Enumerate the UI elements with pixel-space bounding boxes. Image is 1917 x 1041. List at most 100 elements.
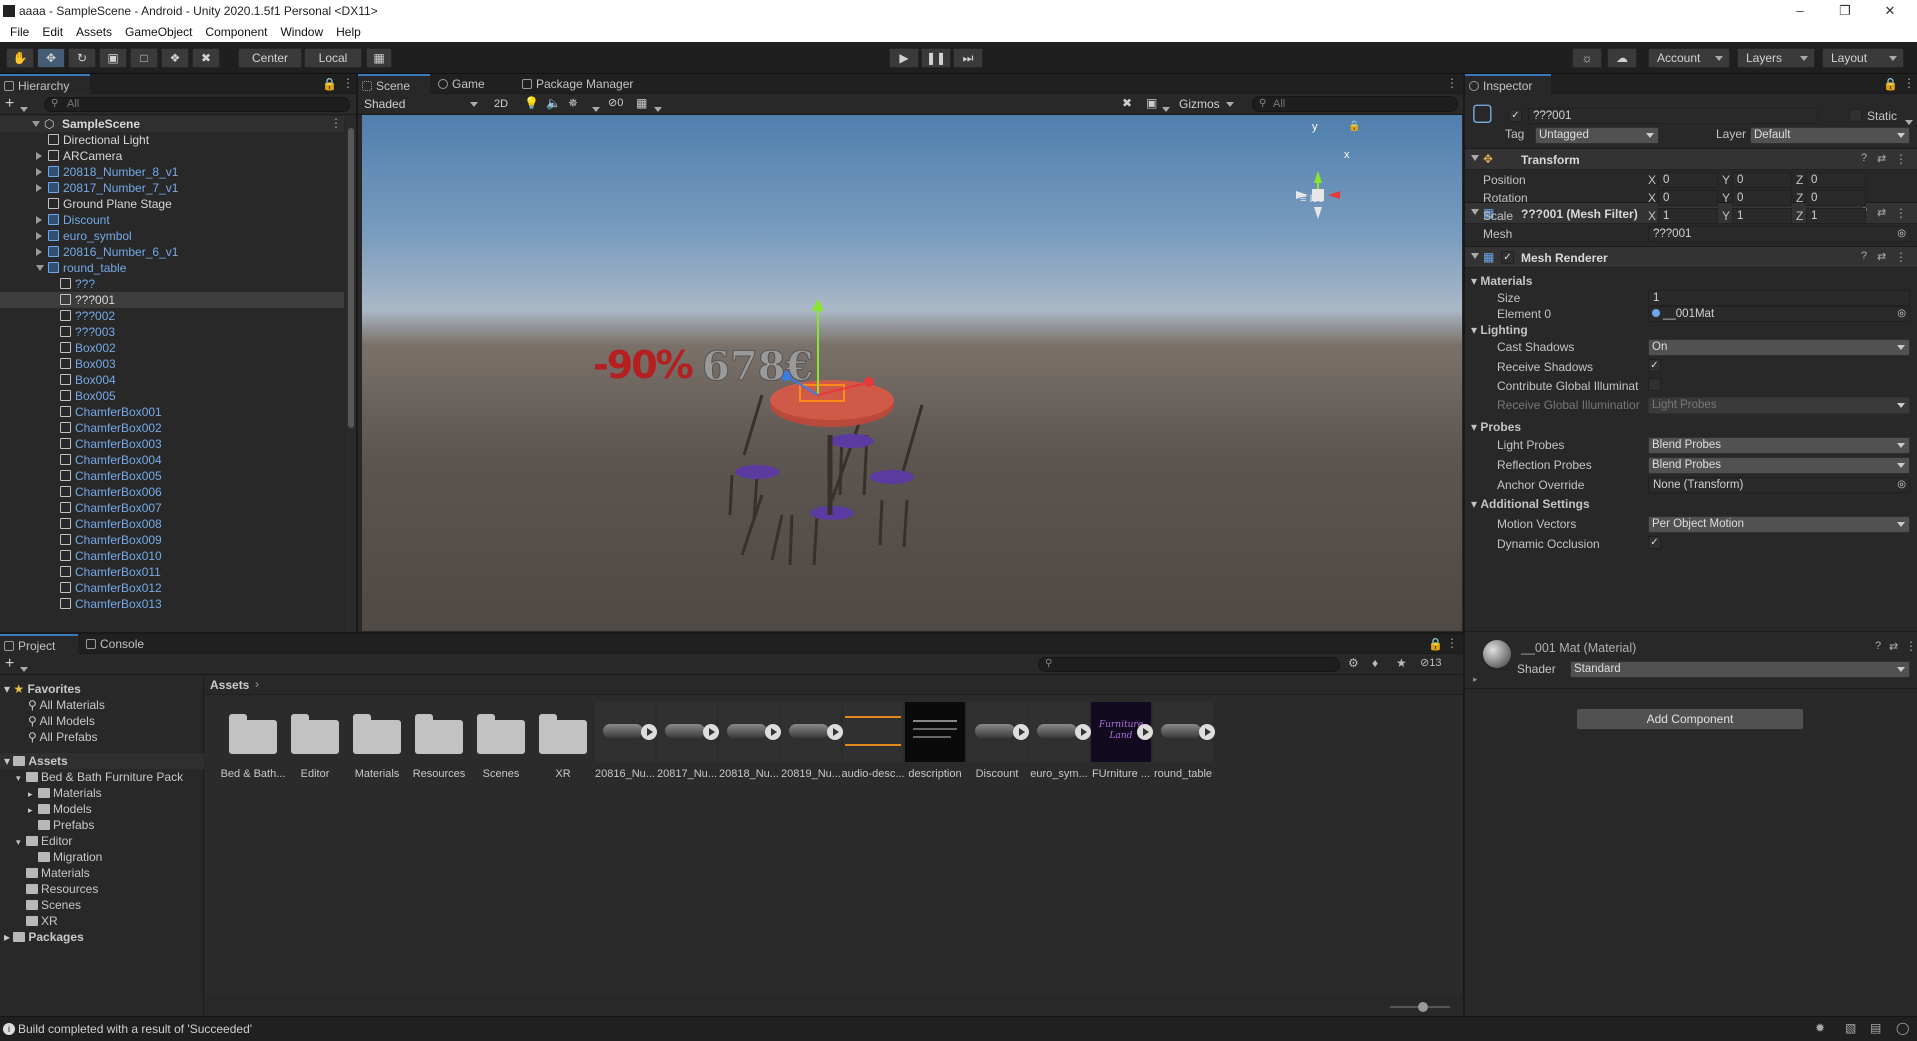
expand-arrow-icon[interactable]: [36, 152, 42, 160]
hierarchy-item[interactable]: Box003: [0, 356, 344, 372]
move-tool-icon[interactable]: ✥: [37, 48, 65, 68]
cast-shadows-dropdown[interactable]: On: [1648, 339, 1910, 356]
anchor-picker-icon[interactable]: ◎: [1897, 478, 1906, 492]
transform-y-field[interactable]: 0: [1732, 190, 1792, 206]
expand-arrow-icon[interactable]: [36, 168, 42, 176]
help-icon[interactable]: ?: [1861, 250, 1867, 262]
object-name-field[interactable]: ???001: [1528, 108, 1818, 124]
material-preset-icon[interactable]: ⇄: [1889, 640, 1898, 653]
dynamic-occlusion-checkbox[interactable]: ✓: [1648, 536, 1661, 549]
camera-dropdown-icon[interactable]: [1162, 101, 1170, 115]
hierarchy-item[interactable]: Ground Plane Stage: [0, 196, 344, 212]
hierarchy-item[interactable]: ???003: [0, 324, 344, 340]
hierarchy-item[interactable]: ChamferBox012: [0, 580, 344, 596]
object-picker-icon[interactable]: ◎: [1897, 227, 1906, 241]
hierarchy-item[interactable]: ChamferBox014: [0, 612, 344, 614]
cache-icon[interactable]: ▧: [1845, 1021, 1856, 1035]
scene-search-input[interactable]: ⚲ All: [1252, 96, 1458, 112]
project-tree-item[interactable]: XR: [16, 913, 216, 929]
static-checkbox[interactable]: [1849, 109, 1862, 122]
menu-assets[interactable]: Assets: [73, 25, 115, 39]
layers-dropdown[interactable]: Layers: [1737, 48, 1815, 68]
mesh-renderer-header[interactable]: ▦ ✓ Mesh Renderer ? ⇄ ⋮: [1465, 246, 1917, 268]
effects-dropdown-icon[interactable]: [592, 101, 600, 115]
favorites-row[interactable]: ▾ ★ Favorites: [4, 681, 204, 697]
static-dropdown-icon[interactable]: [1905, 114, 1913, 128]
asset-item[interactable]: round_table: [1147, 702, 1219, 784]
menu-window[interactable]: Window: [277, 25, 326, 39]
auto-generate-icon[interactable]: ◯: [1896, 1021, 1909, 1035]
hierarchy-item[interactable]: ChamferBox009: [0, 532, 344, 548]
hierarchy-item[interactable]: 20817_Number_7_v1: [0, 180, 344, 196]
shading-mode-dropdown[interactable]: Shaded: [360, 96, 482, 112]
hierarchy-item[interactable]: 20816_Number_6_v1: [0, 244, 344, 260]
minimize-button[interactable]: –: [1780, 0, 1820, 22]
tab-inspector[interactable]: Inspector: [1465, 74, 1551, 94]
project-tree-item[interactable]: Resources: [16, 881, 216, 897]
transform-tool-icon[interactable]: ❖: [161, 48, 189, 68]
project-tree-item[interactable]: Materials: [16, 865, 216, 881]
panel-menu-icon[interactable]: ⋮: [342, 76, 354, 90]
hierarchy-item[interactable]: Discount: [0, 212, 344, 228]
bug-icon[interactable]: ✹: [1815, 1021, 1825, 1035]
breadcrumb-assets[interactable]: Assets: [210, 678, 249, 692]
search-by-type-icon[interactable]: ⚙: [1348, 656, 1359, 670]
size-field[interactable]: 1: [1648, 290, 1910, 306]
preset-icon[interactable]: ⇄: [1877, 250, 1886, 263]
status-message[interactable]: Build completed with a result of 'Succee…: [18, 1022, 252, 1036]
tools-toggle-icon[interactable]: ✖: [1122, 96, 1132, 110]
hierarchy-item[interactable]: ChamferBox001: [0, 404, 344, 420]
project-create-dropdown-icon[interactable]: [20, 661, 28, 675]
lock-icon[interactable]: 🔒: [322, 77, 337, 91]
tab-package-manager[interactable]: Package Manager: [518, 74, 658, 94]
layout-dropdown[interactable]: Layout: [1822, 48, 1904, 68]
menu-file[interactable]: File: [7, 25, 32, 39]
effects-toggle-icon[interactable]: ✵: [568, 96, 578, 110]
tab-game[interactable]: Game: [434, 74, 500, 94]
prefab-expand-icon[interactable]: [1199, 724, 1215, 740]
audio-toggle-icon[interactable]: 🔈: [546, 96, 561, 110]
move-gizmo-x-handle[interactable]: [864, 377, 874, 387]
search-by-label-icon[interactable]: ♦: [1372, 656, 1378, 670]
gizmos-dropdown[interactable]: Gizmos: [1176, 96, 1236, 112]
element-0-field[interactable]: __001Mat ◎: [1648, 306, 1910, 322]
contribute-gi-checkbox[interactable]: [1648, 378, 1661, 391]
price-3d-text[interactable]: 678€: [701, 343, 813, 391]
tag-dropdown[interactable]: Untagged: [1535, 127, 1659, 144]
play-button[interactable]: ▶: [889, 48, 919, 68]
project-tree-item[interactable]: ▾ Bed & Bath Furniture Pack: [16, 769, 216, 785]
shader-dropdown[interactable]: Standard: [1570, 661, 1910, 678]
hand-tool-icon[interactable]: ✋: [6, 48, 34, 68]
active-checkbox[interactable]: ✓: [1509, 109, 1522, 122]
assets-root-row[interactable]: ▾ Assets: [0, 753, 204, 769]
hierarchy-item[interactable]: ChamferBox005: [0, 468, 344, 484]
component-menu-icon[interactable]: ⋮: [1895, 206, 1907, 220]
additional-settings-foldout[interactable]: ▾ Additional Settings: [1471, 497, 1590, 511]
project-tree-item[interactable]: ▸ Materials: [28, 785, 228, 801]
menu-gameobject[interactable]: GameObject: [122, 25, 195, 39]
hierarchy-item[interactable]: ChamferBox003: [0, 436, 344, 452]
project-tree-item[interactable]: ▸ Models: [28, 801, 228, 817]
help-icon[interactable]: ?: [1861, 152, 1867, 164]
expand-arrow-icon[interactable]: ▸: [28, 802, 38, 818]
project-tree-item[interactable]: Prefabs: [28, 817, 228, 833]
expand-arrow-icon[interactable]: [36, 248, 42, 256]
hierarchy-item[interactable]: ChamferBox007: [0, 500, 344, 516]
hierarchy-item[interactable]: round_table: [0, 260, 344, 276]
transform-z-field[interactable]: 0: [1806, 190, 1866, 206]
material-help-icon[interactable]: ?: [1875, 640, 1881, 652]
fav-all-models[interactable]: ⚲ All Models: [28, 713, 228, 729]
transform-x-field[interactable]: 0: [1658, 172, 1718, 188]
scrollbar-thumb[interactable]: [348, 128, 354, 428]
hierarchy-item[interactable]: Directional Light: [0, 132, 344, 148]
scene-expand-icon[interactable]: [32, 121, 40, 127]
expand-arrow-icon[interactable]: [36, 232, 42, 240]
hierarchy-item[interactable]: ???: [0, 276, 344, 292]
hierarchy-item[interactable]: Box005: [0, 388, 344, 404]
rotate-tool-icon[interactable]: ↻: [68, 48, 96, 68]
projection-iso-label[interactable]: ≡ Iso: [1300, 193, 1324, 205]
hierarchy-item[interactable]: ARCamera: [0, 148, 344, 164]
hierarchy-item[interactable]: euro_symbol: [0, 228, 344, 244]
zoom-slider-thumb[interactable]: [1418, 1002, 1428, 1012]
material-foldout-icon[interactable]: ▸: [1473, 674, 1478, 685]
